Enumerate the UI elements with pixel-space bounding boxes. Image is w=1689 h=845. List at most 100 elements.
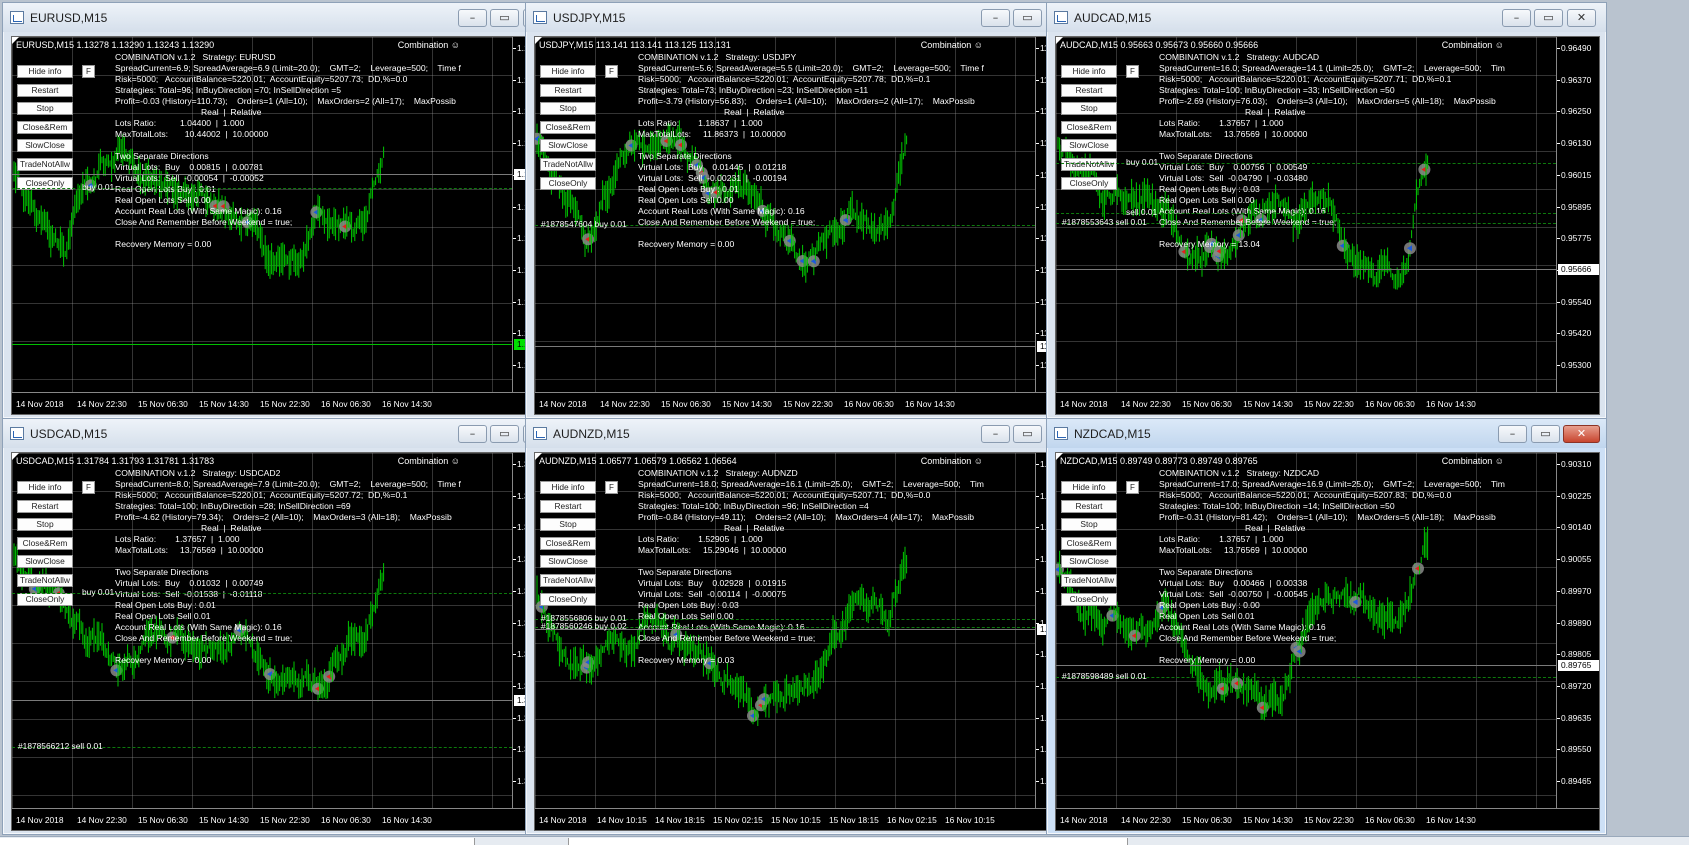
price-chart[interactable]: USDCAD,M15 1.31784 1.31793 1.31781 1.317… (11, 452, 556, 831)
slow-close-button[interactable]: SlowClose (17, 139, 73, 153)
chart-plot-area[interactable]: USDJPY,M15 113.141 113.141 113.125 113.1… (535, 37, 1035, 392)
info-line: COMBINATION v.1.2 Strategy: USDCAD2 (115, 468, 281, 478)
chart-window[interactable]: AUDCAD,M15 – ▭ ✕ AUDCAD,M15 0.95663 0.95… (1046, 2, 1607, 419)
trade-not-allow-button[interactable]: TradeNotAllw (1061, 573, 1117, 587)
slow-close-button[interactable]: SlowClose (17, 555, 73, 569)
close-rem-button[interactable]: Close&Rem (540, 536, 596, 550)
chart-window[interactable]: USDJPY,M15 – ▭ ✕ USDJPY,M15 113.141 113.… (525, 2, 1086, 419)
time-axis[interactable]: 14 Nov 2018 14 Nov 10:15 14 Nov 18:15 15 No… (535, 808, 1078, 830)
f-button[interactable]: F (82, 65, 95, 78)
time-axis[interactable]: 14 Nov 2018 14 Nov 22:30 15 Nov 06:30 15 No… (12, 392, 555, 414)
hide-info-button[interactable]: Hide info (17, 481, 73, 494)
price-chart[interactable]: AUDCAD,M15 0.95663 0.95673 0.95660 0.956… (1055, 36, 1600, 415)
hide-info-button[interactable]: Hide info (1061, 65, 1117, 78)
minimize-button[interactable]: – (458, 9, 487, 27)
price-label: 0.95420 (1561, 328, 1592, 339)
time-axis[interactable]: 14 Nov 2018 14 Nov 22:30 15 Nov 06:30 15 No… (12, 808, 555, 830)
window-titlebar[interactable]: USDJPY,M15 – ▭ ✕ (526, 3, 1085, 32)
chart-window[interactable]: USDCAD,M15 – ▭ ✕ USDCAD,M15 1.31784 1.31… (2, 418, 563, 835)
window-titlebar[interactable]: NZDCAD,M15 – ▭ ✕ (1047, 419, 1606, 448)
window-titlebar[interactable]: USDCAD,M15 – ▭ ✕ (3, 419, 562, 448)
close-rem-button[interactable]: Close&Rem (1061, 120, 1117, 134)
close-rem-button[interactable]: Close&Rem (540, 120, 596, 134)
price-chart[interactable]: EURUSD,M15 1.13278 1.13290 1.13243 1.132… (11, 36, 556, 415)
close-only-button[interactable]: CloseOnly (540, 176, 596, 190)
time-axis[interactable]: 14 Nov 2018 14 Nov 22:30 15 Nov 06:30 15 No… (1056, 808, 1599, 830)
stop-button[interactable]: Stop (1061, 518, 1117, 532)
window-titlebar[interactable]: EURUSD,M15 – ▭ ✕ (3, 3, 562, 32)
price-chart[interactable]: AUDNZD,M15 1.06577 1.06579 1.06562 1.065… (534, 452, 1079, 831)
hide-info-button[interactable]: Hide info (540, 65, 596, 78)
info-line (1159, 228, 1505, 239)
minimize-button[interactable]: – (1502, 9, 1531, 27)
chart-plot-area[interactable]: AUDCAD,M15 0.95663 0.95673 0.95660 0.956… (1056, 37, 1556, 392)
close-only-button[interactable]: CloseOnly (540, 592, 596, 606)
chart-window[interactable]: AUDNZD,M15 – ▭ ✕ AUDNZD,M15 1.06577 1.06… (525, 418, 1086, 835)
chart-plot-area[interactable]: USDCAD,M15 1.31784 1.31793 1.31781 1.317… (12, 453, 512, 808)
close-rem-button[interactable]: Close&Rem (17, 536, 73, 550)
maximize-button[interactable]: ▭ (1534, 9, 1563, 27)
stop-button[interactable]: Stop (540, 518, 596, 532)
f-button[interactable]: F (605, 481, 618, 494)
order-label: #1878560246 buy 0.02 (541, 621, 627, 631)
restart-button[interactable]: Restart (1061, 499, 1117, 513)
price-chart[interactable]: NZDCAD,M15 0.89749 0.89773 0.89749 0.897… (1055, 452, 1600, 831)
restart-button[interactable]: Restart (17, 499, 73, 513)
minimize-button[interactable]: – (458, 425, 487, 443)
trade-not-allow-button[interactable]: TradeNotAllw (1061, 157, 1117, 171)
f-button[interactable]: F (1126, 65, 1139, 78)
slow-close-button[interactable]: SlowClose (540, 139, 596, 153)
close-button[interactable]: ✕ (1567, 9, 1596, 27)
close-only-button[interactable]: CloseOnly (17, 592, 73, 606)
minimize-button[interactable]: – (1498, 425, 1527, 443)
close-only-button[interactable]: CloseOnly (1061, 176, 1117, 190)
minimize-button[interactable]: – (981, 425, 1010, 443)
price-axis[interactable]: 0.90310 0.90225 0.90140 0.90055 0.89970 0.898… (1556, 453, 1599, 808)
close-rem-button[interactable]: Close&Rem (17, 120, 73, 134)
close-rem-button[interactable]: Close&Rem (1061, 536, 1117, 550)
maximize-button[interactable]: ▭ (1013, 425, 1042, 443)
time-label: 15 Nov 06:30 (661, 399, 711, 409)
trade-not-allow-button[interactable]: TradeNotAllw (540, 573, 596, 587)
price-axis[interactable]: 0.96490 0.96370 0.96250 0.96130 0.96015 0.958… (1556, 37, 1599, 392)
maximize-button[interactable]: ▭ (1013, 9, 1042, 27)
slow-close-button[interactable]: SlowClose (1061, 555, 1117, 569)
stop-button[interactable]: Stop (17, 518, 73, 532)
time-axis[interactable]: 14 Nov 2018 14 Nov 22:30 15 Nov 06:30 15 No… (1056, 392, 1599, 414)
price-chart[interactable]: USDJPY,M15 113.141 113.141 113.125 113.1… (534, 36, 1079, 415)
hide-info-button[interactable]: Hide info (540, 481, 596, 494)
f-button[interactable]: F (1126, 481, 1139, 494)
slow-close-button[interactable]: SlowClose (1061, 139, 1117, 153)
time-axis[interactable]: 14 Nov 2018 14 Nov 22:30 15 Nov 06:30 15 No… (535, 392, 1078, 414)
restart-button[interactable]: Restart (1061, 83, 1117, 97)
chart-window[interactable]: NZDCAD,M15 – ▭ ✕ NZDCAD,M15 0.89749 0.89… (1046, 418, 1607, 835)
restart-button[interactable]: Restart (540, 83, 596, 97)
maximize-button[interactable]: ▭ (490, 425, 519, 443)
hide-info-button[interactable]: Hide info (1061, 481, 1117, 494)
chart-plot-area[interactable]: AUDNZD,M15 1.06577 1.06579 1.06562 1.065… (535, 453, 1035, 808)
minimize-button[interactable]: – (981, 9, 1010, 27)
maximize-button[interactable]: ▭ (1531, 425, 1560, 443)
trade-not-allow-button[interactable]: TradeNotAllw (17, 157, 73, 171)
maximize-button[interactable]: ▭ (490, 9, 519, 27)
stop-button[interactable]: Stop (17, 102, 73, 116)
restart-button[interactable]: Restart (540, 499, 596, 513)
price-tick (1557, 527, 1560, 529)
chart-plot-area[interactable]: NZDCAD,M15 0.89749 0.89773 0.89749 0.897… (1056, 453, 1556, 808)
trade-not-allow-button[interactable]: TradeNotAllw (17, 573, 73, 587)
window-titlebar[interactable]: AUDCAD,M15 – ▭ ✕ (1047, 3, 1606, 32)
slow-close-button[interactable]: SlowClose (540, 555, 596, 569)
chart-window[interactable]: EURUSD,M15 – ▭ ✕ EURUSD,M15 1.13278 1.13… (2, 2, 563, 419)
stop-button[interactable]: Stop (540, 102, 596, 116)
close-only-button[interactable]: CloseOnly (1061, 592, 1117, 606)
window-titlebar[interactable]: AUDNZD,M15 – ▭ ✕ (526, 419, 1085, 448)
restart-button[interactable]: Restart (17, 83, 73, 97)
chart-plot-area[interactable]: EURUSD,M15 1.13278 1.13290 1.13243 1.132… (12, 37, 512, 392)
close-button[interactable]: ✕ (1563, 425, 1600, 443)
f-button[interactable]: F (82, 481, 95, 494)
hide-info-button[interactable]: Hide info (17, 65, 73, 78)
stop-button[interactable]: Stop (1061, 102, 1117, 116)
f-button[interactable]: F (605, 65, 618, 78)
trade-not-allow-button[interactable]: TradeNotAllw (540, 157, 596, 171)
info-line: COMBINATION v.1.2 Strategy: EURUSD (115, 52, 276, 62)
